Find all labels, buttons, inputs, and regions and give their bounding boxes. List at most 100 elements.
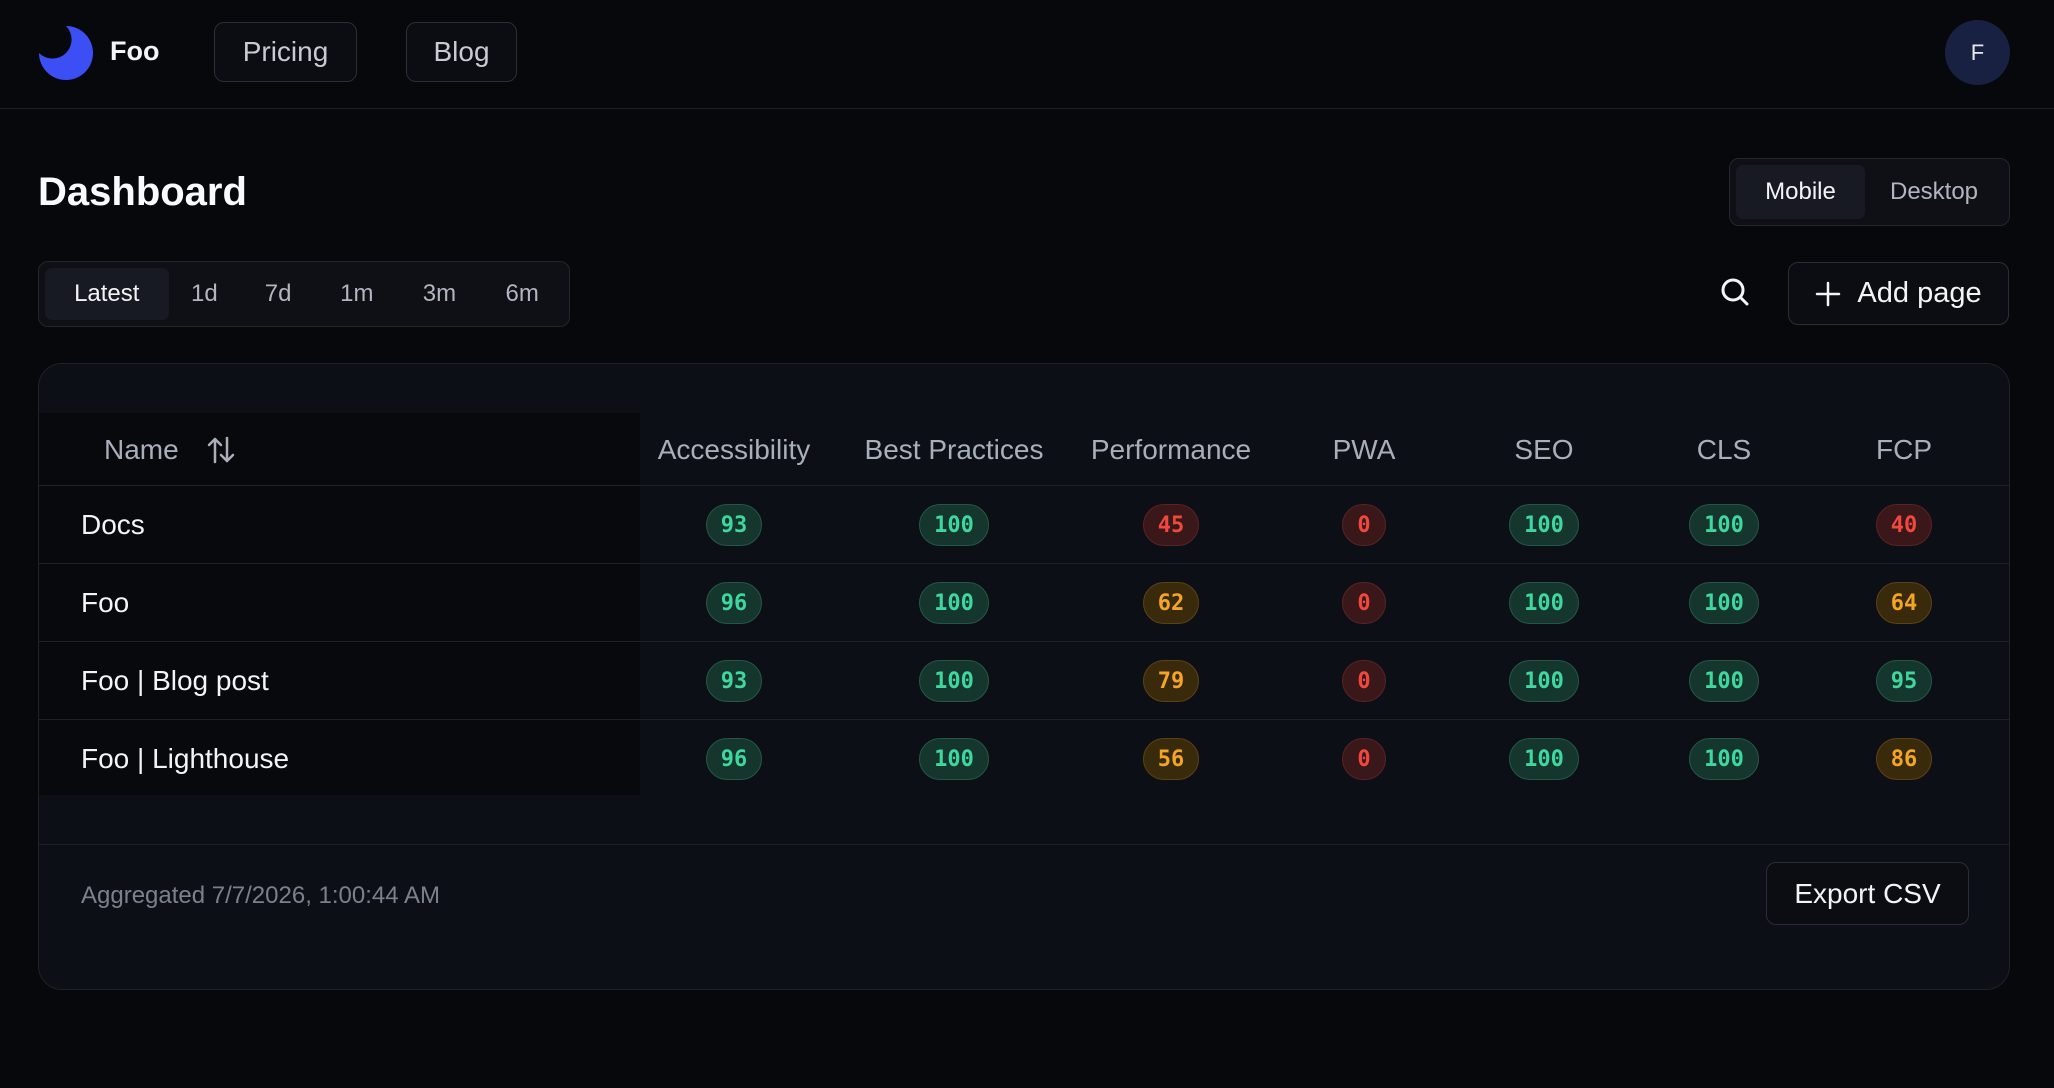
score-cell-pwa: 0 (1289, 720, 1439, 798)
score-badge: 93 (705, 504, 763, 546)
score-cell-fcp: 95 (1829, 642, 1979, 720)
score-badge: 0 (1342, 738, 1386, 780)
top-navbar: Foo Pricing Blog F (0, 0, 2054, 109)
range-3m[interactable]: 3m (398, 268, 482, 320)
nav-blog-button[interactable]: Blog (406, 22, 517, 82)
aggregated-timestamp: Aggregated 7/7/2026, 1:00:44 AM (81, 882, 440, 909)
user-avatar[interactable]: F (1945, 20, 2010, 85)
score-cell-fcp: 64 (1829, 564, 1979, 642)
range-latest[interactable]: Latest (45, 268, 169, 320)
score-cell-seo: 100 (1469, 564, 1619, 642)
score-cell-best-practices: 100 (879, 642, 1029, 720)
score-cell-performance: 62 (1096, 564, 1246, 642)
score-cell-pwa: 0 (1289, 642, 1439, 720)
table-row[interactable]: Foo | Lighthouse 96 100 56 0 100 100 86 (39, 720, 2009, 798)
score-badge: 100 (919, 738, 989, 780)
score-cell-seo: 100 (1469, 642, 1619, 720)
search-button[interactable] (1715, 272, 1755, 312)
score-cell-seo: 100 (1469, 486, 1619, 564)
score-cell-accessibility: 93 (659, 486, 809, 564)
score-badge: 100 (919, 660, 989, 702)
name-header[interactable]: Name (104, 413, 235, 486)
range-1d[interactable]: 1d (169, 268, 241, 320)
column-header-fcp[interactable]: FCP (1829, 413, 1979, 486)
score-cell-cls: 100 (1649, 486, 1799, 564)
score-badge: 62 (1142, 582, 1200, 624)
score-cell-cls: 100 (1649, 720, 1799, 798)
score-badge: 100 (919, 504, 989, 546)
footer-divider (39, 844, 2009, 845)
score-cell-seo: 100 (1469, 720, 1619, 798)
score-cell-cls: 100 (1649, 642, 1799, 720)
score-badge: 100 (1689, 660, 1759, 702)
score-cell-performance: 56 (1096, 720, 1246, 798)
toggle-mobile[interactable]: Mobile (1736, 165, 1866, 219)
add-page-button[interactable]: Add page (1788, 262, 2009, 325)
score-badge: 86 (1875, 738, 1933, 780)
search-icon (1721, 278, 1749, 306)
score-badge: 100 (1509, 582, 1579, 624)
score-badge: 93 (705, 660, 763, 702)
device-toggle: Mobile Desktop (1729, 158, 2010, 226)
column-header-best-practices[interactable]: Best Practices (849, 413, 1059, 486)
score-badge: 0 (1342, 582, 1386, 624)
range-7d[interactable]: 7d (240, 268, 316, 320)
column-header-seo[interactable]: SEO (1469, 413, 1619, 486)
row-page-name[interactable]: Foo | Lighthouse (81, 720, 289, 798)
score-badge: 100 (919, 582, 989, 624)
table-row[interactable]: Foo | Blog post 93 100 79 0 100 100 95 (39, 642, 2009, 720)
score-badge: 96 (705, 738, 763, 780)
row-page-name[interactable]: Docs (81, 486, 145, 564)
score-badge: 64 (1875, 582, 1933, 624)
score-cell-fcp: 86 (1829, 720, 1979, 798)
score-badge: 100 (1509, 504, 1579, 546)
column-header-accessibility[interactable]: Accessibility (640, 413, 828, 486)
plus-icon (1816, 281, 1841, 306)
score-badge: 40 (1875, 504, 1933, 546)
column-header-performance[interactable]: Performance (1071, 413, 1271, 486)
time-range-selector: Latest 1d 7d 1m 3m 6m (38, 261, 570, 327)
column-header-cls[interactable]: CLS (1649, 413, 1799, 486)
score-badge: 96 (705, 582, 763, 624)
score-cell-pwa: 0 (1289, 486, 1439, 564)
score-badge: 95 (1875, 660, 1933, 702)
score-badge: 79 (1142, 660, 1200, 702)
table-row[interactable]: Docs 93 100 45 0 100 100 40 (39, 486, 2009, 564)
score-badge: 100 (1509, 738, 1579, 780)
range-1m[interactable]: 1m (316, 268, 398, 320)
score-cell-accessibility: 93 (659, 642, 809, 720)
score-cell-accessibility: 96 (659, 720, 809, 798)
score-badge: 56 (1142, 738, 1200, 780)
score-badge: 45 (1142, 504, 1200, 546)
nav-pricing-button[interactable]: Pricing (214, 22, 357, 82)
score-cell-accessibility: 96 (659, 564, 809, 642)
score-cell-cls: 100 (1649, 564, 1799, 642)
row-page-name[interactable]: Foo (81, 564, 129, 642)
score-badge: 100 (1689, 738, 1759, 780)
score-cell-pwa: 0 (1289, 564, 1439, 642)
page-title: Dashboard (38, 170, 247, 214)
score-cell-fcp: 40 (1829, 486, 1979, 564)
name-header-label: Name (104, 433, 179, 465)
column-header-pwa[interactable]: PWA (1289, 413, 1439, 486)
score-cell-best-practices: 100 (879, 720, 1029, 798)
add-page-label: Add page (1857, 277, 1982, 309)
export-csv-button[interactable]: Export CSV (1766, 862, 1969, 925)
score-cell-best-practices: 100 (879, 564, 1029, 642)
score-cell-performance: 79 (1096, 642, 1246, 720)
score-cell-performance: 45 (1096, 486, 1246, 564)
sort-arrows-icon[interactable] (207, 435, 235, 465)
score-cell-best-practices: 100 (879, 486, 1029, 564)
table-row[interactable]: Foo 96 100 62 0 100 100 64 (39, 564, 2009, 642)
score-badge: 0 (1342, 504, 1386, 546)
row-page-name[interactable]: Foo | Blog post (81, 642, 269, 720)
score-badge: 0 (1342, 660, 1386, 702)
score-badge: 100 (1689, 504, 1759, 546)
scores-table-card: Name Accessibility Best Practices Perfor… (38, 363, 2010, 990)
moon-logo-icon[interactable] (37, 24, 95, 82)
range-6m[interactable]: 6m (481, 268, 563, 320)
brand-name[interactable]: Foo (110, 36, 159, 67)
score-badge: 100 (1509, 660, 1579, 702)
toggle-desktop[interactable]: Desktop (1865, 165, 2003, 219)
score-badge: 100 (1689, 582, 1759, 624)
